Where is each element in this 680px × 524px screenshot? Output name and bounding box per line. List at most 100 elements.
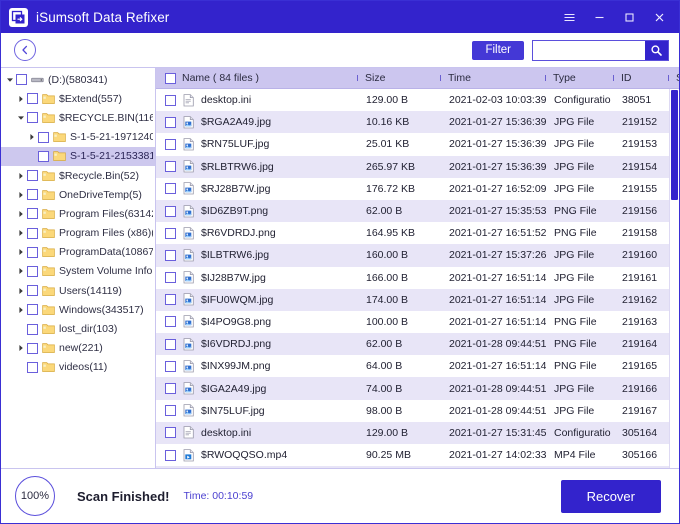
- table-row[interactable]: $IN75LUF.jpg 98.00 B 2021-01-28 09:44:51 JP…: [156, 399, 679, 422]
- row-checkbox[interactable]: [165, 338, 176, 350]
- scrollbar-thumb[interactable]: [671, 90, 678, 200]
- tree-item-checkbox[interactable]: [27, 265, 38, 277]
- row-checkbox[interactable]: [165, 161, 176, 173]
- tree-item-checkbox[interactable]: [27, 323, 38, 335]
- row-checkbox[interactable]: [165, 138, 176, 150]
- twisty-down-icon[interactable]: [14, 114, 27, 122]
- table-row[interactable]: $IGA2A49.jpg 74.00 B 2021-01-28 09:44:51 JP…: [156, 377, 679, 400]
- table-row[interactable]: $RGA2A49.jpg 10.16 KB 2021-01-27 15:36:39 J…: [156, 111, 679, 134]
- row-checkbox[interactable]: [165, 116, 176, 128]
- back-button[interactable]: [14, 39, 36, 61]
- column-header-name[interactable]: Name ( 84 files ): [182, 72, 357, 84]
- tree-item[interactable]: (D:)(580341): [1, 70, 155, 89]
- search-button[interactable]: [645, 40, 668, 60]
- row-checkbox[interactable]: [165, 316, 176, 328]
- recover-button[interactable]: Recover: [560, 479, 661, 513]
- tree-item-checkbox[interactable]: [27, 208, 38, 220]
- table-row[interactable]: $RJ28B7W.jpg 176.72 KB 2021-01-27 16:52:09…: [156, 177, 679, 200]
- twisty-right-icon[interactable]: [14, 191, 27, 199]
- maximize-icon[interactable]: [615, 4, 643, 30]
- tree-item[interactable]: Windows(343517): [1, 300, 155, 319]
- tree-item[interactable]: $RECYCLE.BIN(116): [1, 108, 155, 127]
- tree-item[interactable]: S-1-5-21-1971240709-42169: [1, 128, 155, 147]
- table-row[interactable]: $RLBTRW6.jpg 265.97 KB 2021-01-27 15:36:39…: [156, 155, 679, 178]
- tree-item-checkbox[interactable]: [27, 170, 38, 182]
- tree-item-checkbox[interactable]: [27, 246, 38, 258]
- tree-item-checkbox[interactable]: [27, 285, 38, 297]
- tree-item-checkbox[interactable]: [38, 150, 49, 162]
- tree-item[interactable]: $Extend(557): [1, 89, 155, 108]
- vertical-scrollbar[interactable]: [669, 89, 679, 468]
- hamburger-menu-icon[interactable]: [555, 4, 583, 30]
- filter-button[interactable]: Filter: [472, 40, 524, 60]
- folder-tree-sidebar[interactable]: (D:)(580341) $Extend(557) $RECYCLE.BIN(116…: [1, 68, 156, 468]
- tree-item[interactable]: Program Files(63142): [1, 204, 155, 223]
- table-row[interactable]: $INX99JM.png 64.00 B 2021-01-27 16:51:14 PN…: [156, 355, 679, 378]
- tree-item-checkbox[interactable]: [27, 93, 38, 105]
- twisty-right-icon[interactable]: [14, 172, 27, 180]
- close-icon[interactable]: [645, 4, 673, 30]
- column-header-size[interactable]: Size: [357, 72, 440, 84]
- tree-item[interactable]: System Volume Information(441): [1, 262, 155, 281]
- twisty-right-icon[interactable]: [14, 287, 27, 295]
- row-checkbox[interactable]: [165, 183, 176, 195]
- column-header-status[interactable]: Status: [668, 72, 679, 84]
- cell-type: MP4 File: [554, 449, 596, 462]
- table-row[interactable]: $IFU0WQM.jpg 174.00 B 2021-01-27 16:51:14 J…: [156, 288, 679, 311]
- table-row[interactable]: $RN75LUF.jpg 25.01 KB 2021-01-27 15:36:39 J…: [156, 133, 679, 156]
- row-checkbox[interactable]: [165, 94, 176, 106]
- twisty-right-icon[interactable]: [14, 267, 27, 275]
- select-all-checkbox[interactable]: [165, 72, 176, 84]
- tree-item[interactable]: Users(14119): [1, 281, 155, 300]
- tree-item[interactable]: Program Files (x86)(1616): [1, 224, 155, 243]
- tree-item-checkbox[interactable]: [38, 131, 49, 143]
- tree-item-checkbox[interactable]: [27, 342, 38, 354]
- tree-item[interactable]: $Recycle.Bin(52): [1, 166, 155, 185]
- row-checkbox[interactable]: [165, 427, 176, 439]
- tree-item-checkbox[interactable]: [27, 189, 38, 201]
- column-header-time[interactable]: Time: [440, 72, 545, 84]
- table-row[interactable]: $I4PO9G8.png 100.00 B 2021-01-27 16:51:14 P…: [156, 310, 679, 334]
- table-row[interactable]: $RWOQQSO.mp4 90.25 MB 2021-01-27 14:02:33 M…: [156, 444, 679, 467]
- row-checkbox[interactable]: [165, 405, 176, 417]
- twisty-down-icon[interactable]: [3, 76, 16, 84]
- tree-item[interactable]: new(221): [1, 339, 155, 358]
- tree-item[interactable]: S-1-5-21-2153381943-47565: [1, 146, 155, 166]
- tree-item-checkbox[interactable]: [27, 361, 38, 373]
- column-header-id[interactable]: ID: [613, 72, 668, 84]
- table-row[interactable]: $ILBTRW6.jpg 160.00 B 2021-01-27 15:37:26 J…: [156, 244, 679, 267]
- tree-item[interactable]: ProgramData(10867): [1, 243, 155, 262]
- table-row[interactable]: desktop.ini 129.00 B 2021-01-27 15:31:45 Co…: [156, 421, 679, 444]
- table-row[interactable]: $I6VDRDJ.png 62.00 B 2021-01-28 09:44:51 PN…: [156, 333, 679, 356]
- table-row[interactable]: $ID6ZB9T.png 62.00 B 2021-01-27 15:35:53 PN…: [156, 199, 679, 223]
- table-row[interactable]: $IJ28B7W.jpg 166.00 B 2021-01-27 16:51:14 J…: [156, 266, 679, 289]
- twisty-right-icon[interactable]: [14, 229, 27, 237]
- twisty-right-icon[interactable]: [14, 248, 27, 256]
- row-checkbox[interactable]: [165, 294, 176, 306]
- row-checkbox[interactable]: [165, 360, 176, 372]
- table-row[interactable]: $R6VDRDJ.png 164.95 KB 2021-01-27 16:51:52…: [156, 222, 679, 245]
- column-header-type[interactable]: Type: [545, 72, 613, 84]
- tree-item-checkbox[interactable]: [27, 227, 38, 239]
- twisty-right-icon[interactable]: [14, 210, 27, 218]
- minimize-icon[interactable]: [585, 4, 613, 30]
- twisty-right-icon[interactable]: [14, 95, 27, 103]
- row-checkbox[interactable]: [165, 272, 176, 284]
- twisty-right-icon[interactable]: [14, 306, 27, 314]
- cell-time: 2021-01-27 16:51:14: [449, 315, 546, 328]
- tree-item-checkbox[interactable]: [27, 112, 38, 124]
- twisty-right-icon[interactable]: [25, 133, 38, 141]
- table-row[interactable]: desktop.ini 129.00 B 2021-02-03 10:03:39 Co…: [156, 89, 679, 112]
- tree-item[interactable]: lost_dir(103): [1, 319, 155, 338]
- twisty-right-icon[interactable]: [14, 344, 27, 352]
- search-input[interactable]: [533, 40, 645, 60]
- row-checkbox[interactable]: [165, 249, 176, 261]
- tree-item-checkbox[interactable]: [27, 304, 38, 316]
- tree-item[interactable]: videos(11): [1, 358, 155, 377]
- tree-item-checkbox[interactable]: [16, 74, 27, 86]
- row-checkbox[interactable]: [165, 449, 176, 461]
- row-checkbox[interactable]: [165, 227, 176, 239]
- row-checkbox[interactable]: [165, 383, 176, 395]
- row-checkbox[interactable]: [165, 205, 176, 217]
- tree-item[interactable]: OneDriveTemp(5): [1, 185, 155, 204]
